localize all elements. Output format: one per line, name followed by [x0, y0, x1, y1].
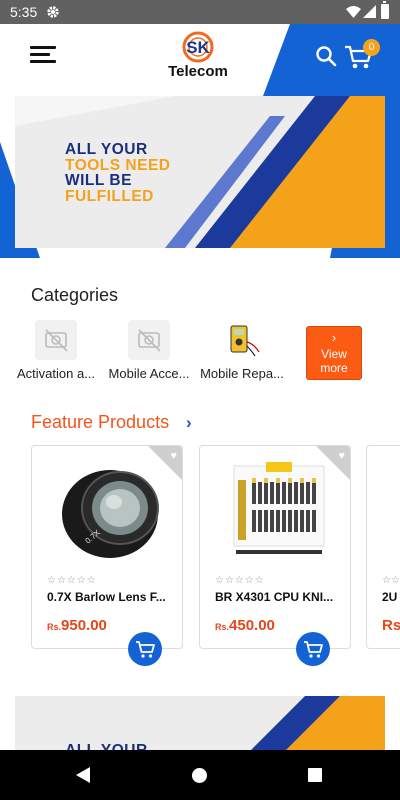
menu-line — [30, 60, 56, 63]
product-name: 0.7X Barlow Lens F... — [47, 590, 166, 604]
product-card[interactable]: ♥ 0.7X ☆☆☆☆☆ 0.7X Barlow Lens F... Rs.95… — [31, 445, 183, 649]
product-card[interactable]: ♥ ☆☆☆☆☆ BR X4301 CPU KNI... Rs.450.00 — [199, 445, 351, 649]
back-icon[interactable] — [76, 767, 91, 783]
category-item-activation[interactable]: Activation a... — [10, 320, 102, 381]
add-to-cart-button[interactable] — [296, 632, 330, 666]
category-label: Mobile Acce... — [108, 366, 190, 381]
product-price: Rs.7 — [382, 617, 400, 634]
rating-stars: ☆☆ — [382, 575, 400, 586]
categories-title: Categories — [31, 285, 119, 305]
menu-line — [30, 53, 50, 56]
menu-line — [30, 46, 56, 49]
product-card[interactable]: ☆☆ 2U Rs.7 — [366, 445, 400, 649]
product-price: Rs.950.00 — [47, 617, 107, 634]
chevron-right-icon[interactable]: › — [186, 413, 192, 433]
feature-products-title: Feature Products — [31, 412, 170, 432]
price-value: 950.00 — [61, 617, 107, 634]
status-time: 5:35 — [10, 4, 38, 20]
home-icon[interactable] — [192, 768, 207, 783]
cart-count-badge: 0 — [363, 39, 380, 56]
banner-headline: ALL YOUR TOOLS NEED WILL BE FULFILLED — [65, 142, 170, 204]
sk-telecom-logo[interactable]: SK Telecom — [160, 30, 236, 80]
heart-icon[interactable]: ♥ — [338, 450, 345, 462]
category-label: Activation a... — [16, 366, 96, 381]
multimeter-icon — [221, 320, 263, 360]
battery-icon — [381, 1, 389, 19]
recent-apps-icon[interactable] — [308, 768, 322, 782]
brand-name: Telecom — [168, 63, 228, 80]
add-to-cart-button[interactable] — [128, 632, 162, 666]
signal-icon — [363, 5, 376, 18]
category-item-mobile-repair[interactable]: Mobile Repa... — [196, 320, 288, 381]
cart-icon — [304, 641, 323, 658]
status-bar: 5:35 — [0, 0, 400, 24]
product-name: BR X4301 CPU KNI... — [215, 590, 334, 604]
system-nav-bar — [0, 750, 400, 800]
category-label: Mobile Repa... — [200, 366, 284, 381]
banner-line-3: WILL BE — [65, 172, 132, 189]
wifi-icon — [346, 6, 361, 18]
no-image-icon — [35, 320, 77, 360]
heart-icon[interactable]: ♥ — [170, 450, 177, 462]
cart-icon — [136, 641, 155, 658]
promo-banner-2[interactable]: ALL YOUR — [15, 696, 385, 756]
screwdriver-kit-image — [233, 462, 325, 554]
barlow-lens-image: 0.7X — [62, 470, 159, 558]
no-image-icon — [128, 320, 170, 360]
settings-gear-icon — [47, 6, 59, 18]
banner-line-2: TOOLS NEED — [65, 156, 171, 174]
rating-stars: ☆☆☆☆☆ — [47, 575, 97, 586]
view-more-label: View more — [320, 347, 348, 375]
menu-button[interactable] — [30, 46, 56, 64]
logo-letters: SK — [186, 38, 210, 57]
category-item-mobile-accessories[interactable]: Mobile Acce... — [103, 320, 195, 381]
search-icon[interactable] — [314, 44, 338, 68]
currency-label: Rs. — [215, 622, 230, 632]
product-name: 2U — [382, 590, 398, 604]
banner-line-4: FULFILLED — [65, 187, 154, 205]
chevron-right-icon: › — [331, 330, 337, 345]
currency-label: Rs. — [47, 622, 62, 632]
product-price: Rs.450.00 — [215, 617, 275, 634]
banner-line-1: ALL YOUR — [65, 141, 148, 158]
view-more-button[interactable]: › View more — [306, 326, 362, 380]
price-value: 450.00 — [229, 617, 275, 634]
promo-banner[interactable]: ALL YOUR TOOLS NEED WILL BE FULFILLED — [15, 96, 385, 248]
rating-stars: ☆☆☆☆☆ — [215, 575, 265, 586]
logo-mark: SK — [182, 31, 214, 63]
